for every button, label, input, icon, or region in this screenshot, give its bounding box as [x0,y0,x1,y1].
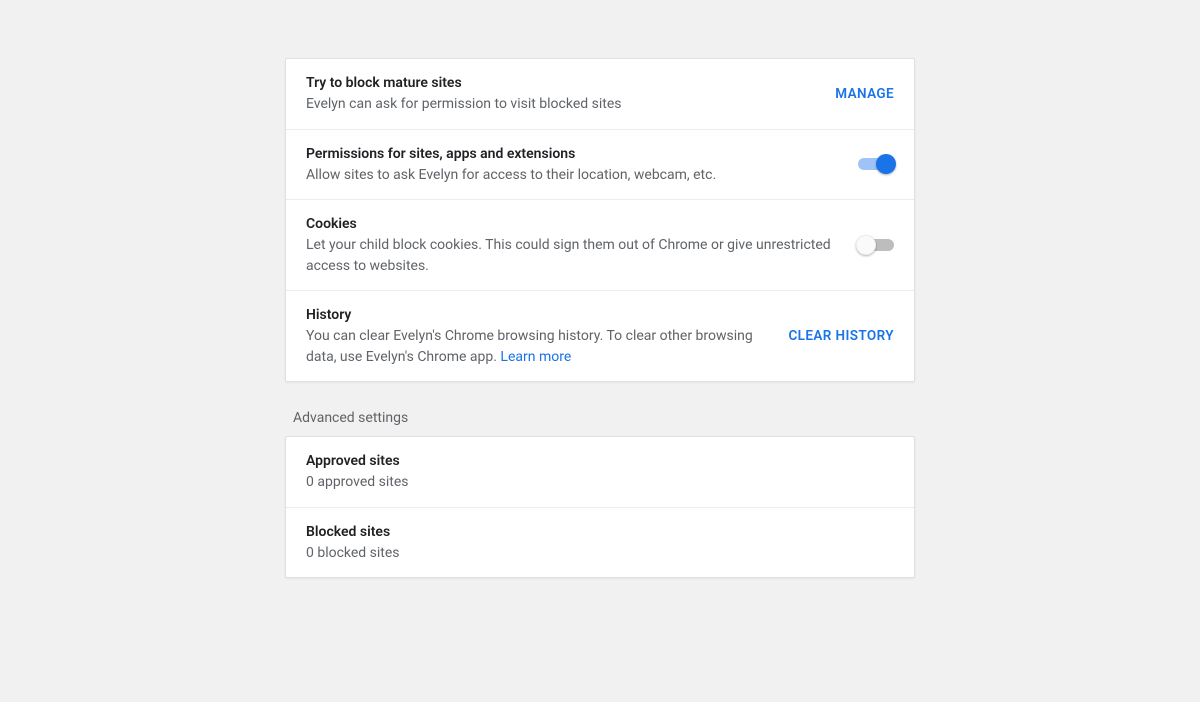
row-approved-sites[interactable]: Approved sites 0 approved sites [286,437,914,508]
row-subtitle: 0 approved sites [306,472,878,492]
row-text: Blocked sites 0 blocked sites [306,522,894,564]
row-subtitle: You can clear Evelyn's Chrome browsing h… [306,326,772,367]
advanced-settings-card: Approved sites 0 approved sites Blocked … [285,436,915,578]
cookies-toggle[interactable] [858,235,894,255]
row-subtitle: Evelyn can ask for permission to visit b… [306,94,819,114]
permissions-toggle[interactable] [858,154,894,174]
advanced-settings-label: Advanced settings [285,410,915,426]
row-title: Blocked sites [306,522,878,542]
clear-history-button[interactable]: CLEAR HISTORY [788,328,894,344]
row-cookies: Cookies Let your child block cookies. Th… [286,200,914,291]
row-text: History You can clear Evelyn's Chrome br… [306,305,788,367]
manage-button[interactable]: MANAGE [835,86,894,102]
row-block-mature-sites: Try to block mature sites Evelyn can ask… [286,59,914,130]
row-subtitle: 0 blocked sites [306,543,878,563]
row-text: Approved sites 0 approved sites [306,451,894,493]
learn-more-link[interactable]: Learn more [500,349,571,365]
row-history: History You can clear Evelyn's Chrome br… [286,291,914,381]
row-subtitle: Allow sites to ask Evelyn for access to … [306,165,842,185]
row-permissions: Permissions for sites, apps and extensio… [286,130,914,201]
row-title: History [306,305,772,325]
row-text: Try to block mature sites Evelyn can ask… [306,73,835,115]
toggle-thumb [856,235,876,255]
row-subtitle: Let your child block cookies. This could… [306,235,842,276]
toggle-thumb [876,154,896,174]
row-title: Permissions for sites, apps and extensio… [306,144,842,164]
settings-page: Try to block mature sites Evelyn can ask… [0,0,1200,578]
row-blocked-sites[interactable]: Blocked sites 0 blocked sites [286,508,914,578]
row-text: Permissions for sites, apps and extensio… [306,144,858,186]
row-text: Cookies Let your child block cookies. Th… [306,214,858,276]
row-title: Try to block mature sites [306,73,819,93]
main-settings-card: Try to block mature sites Evelyn can ask… [285,58,915,382]
row-title: Cookies [306,214,842,234]
row-title: Approved sites [306,451,878,471]
